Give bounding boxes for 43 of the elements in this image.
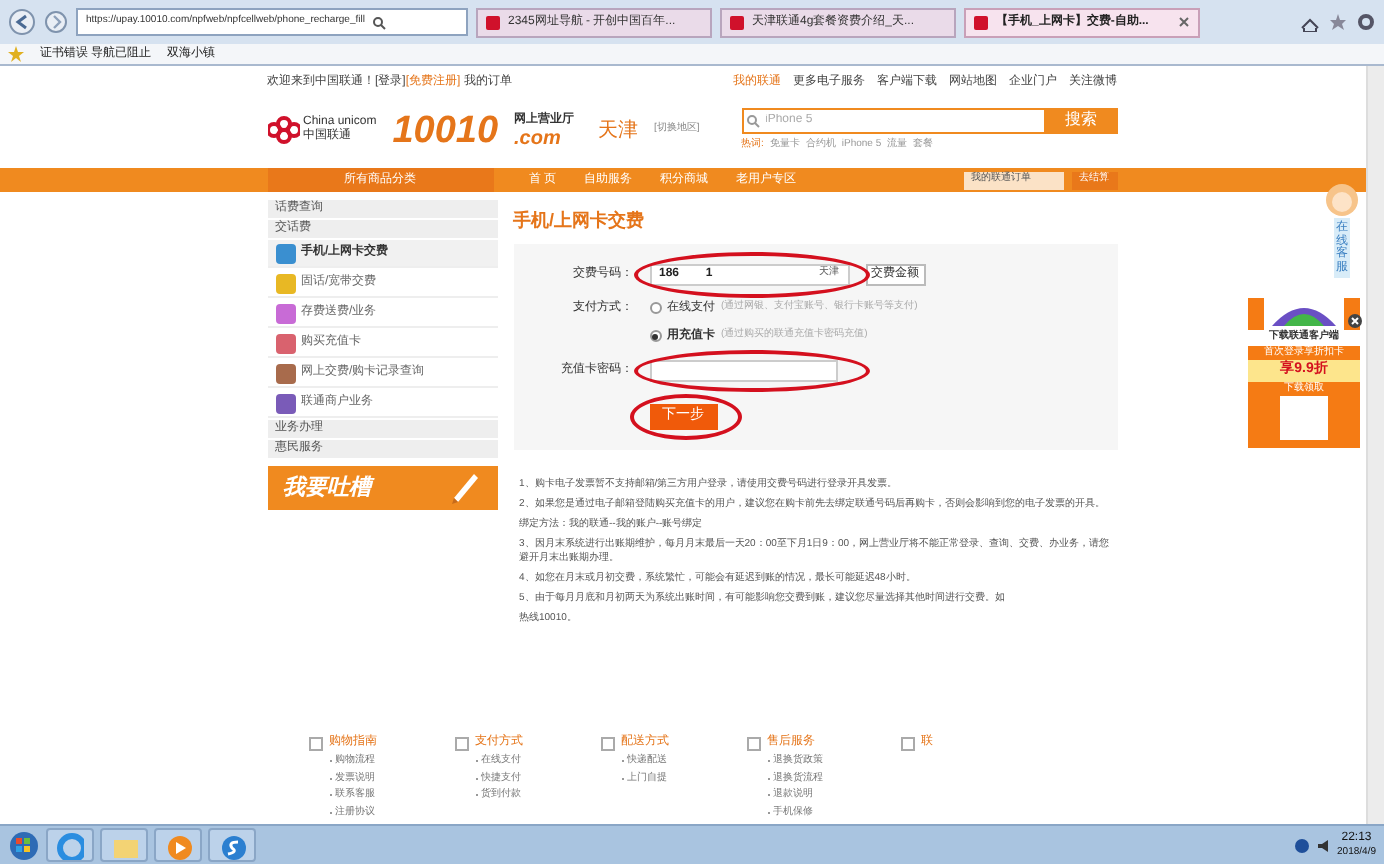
footer-icon (745, 735, 761, 751)
close-icon (1178, 16, 1190, 28)
pencil-icon (449, 470, 481, 506)
star-icon (1328, 12, 1348, 32)
taskbar-button[interactable] (208, 828, 256, 862)
favorites-star-icon (8, 46, 24, 62)
taskbar-button[interactable] (154, 828, 202, 862)
footer-icon (307, 735, 323, 751)
back-icon (8, 8, 36, 36)
brand-number: 10010 (392, 111, 499, 149)
page-title: 手机/上网卡交费 (513, 208, 647, 234)
media-player-icon (164, 831, 192, 859)
settings-icon (1356, 12, 1376, 32)
search-icon (745, 113, 759, 128)
taskbar-button[interactable] (100, 828, 148, 862)
search-button[interactable]: 搜索 (1045, 107, 1117, 134)
site-icon (486, 15, 500, 29)
close-icon (1348, 314, 1362, 328)
parachute-drawing (1264, 298, 1344, 330)
footer-icon (453, 735, 469, 751)
radio-button[interactable] (649, 302, 661, 314)
search-icon (372, 15, 387, 29)
feedback-banner[interactable]: 我要吐槽 (267, 466, 497, 510)
qr-code-placeholder (1280, 396, 1328, 440)
card-password-field[interactable] (649, 359, 837, 381)
footer-icon (899, 735, 915, 751)
footer-icon (599, 735, 615, 751)
start-button-icon (8, 829, 40, 861)
site-icon (730, 15, 744, 29)
speaker-icon (1315, 837, 1332, 853)
banner-text: 我要吐槽 (283, 471, 371, 504)
help-icon (1293, 837, 1310, 853)
radio-button[interactable] (649, 330, 661, 342)
browser-icon (56, 831, 84, 859)
scrollbar[interactable] (1366, 66, 1384, 824)
brand-domain: .com (514, 130, 563, 148)
forward-icon (44, 10, 68, 34)
taskbar-button[interactable] (46, 828, 94, 862)
city-name: 天津 (598, 117, 639, 145)
app-icon (218, 831, 246, 859)
mascot-drawing (1324, 182, 1360, 218)
site-icon (974, 15, 988, 29)
knot-logo-icon (267, 114, 299, 146)
